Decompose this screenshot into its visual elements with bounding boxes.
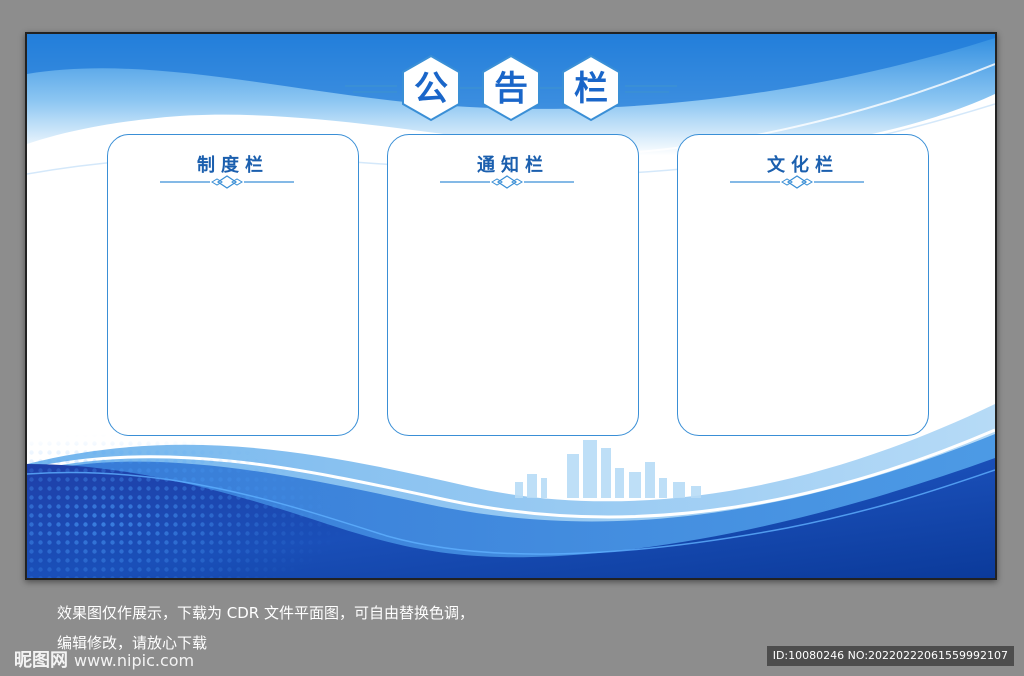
panel-title-rules: 制度栏 [197, 155, 269, 176]
ornament-divider [160, 175, 294, 189]
panel-title-culture: 文化栏 [767, 155, 839, 176]
title-char-1: 公 [414, 69, 448, 109]
panel-culture: 文化栏 [677, 134, 929, 436]
caption-line-1: 效果图仅作展示，下载为 CDR 文件平面图，可自由替换色调， [57, 604, 474, 622]
ornament-divider [440, 175, 574, 189]
panel-title-notices: 通知栏 [477, 155, 549, 176]
watermark: 昵图网 www.nipic.com [14, 646, 194, 672]
board-title: 公 告 栏 [345, 50, 677, 130]
panel-notices: 通知栏 [387, 134, 639, 436]
watermark-brand: 昵图网 [14, 650, 68, 671]
ornament-divider [730, 175, 864, 189]
city-skyline [515, 440, 701, 498]
title-char-3: 栏 [574, 69, 608, 109]
title-char-2: 告 [494, 69, 528, 109]
panel-rules: 制度栏 [107, 134, 359, 436]
watermark-url: www.nipic.com [74, 651, 195, 670]
image-id-bar: ID:10080246 NO:20220222061559992107 [766, 646, 1014, 666]
bulletin-board: 公 告 栏 制度栏 通知栏 文化栏 [25, 32, 997, 580]
